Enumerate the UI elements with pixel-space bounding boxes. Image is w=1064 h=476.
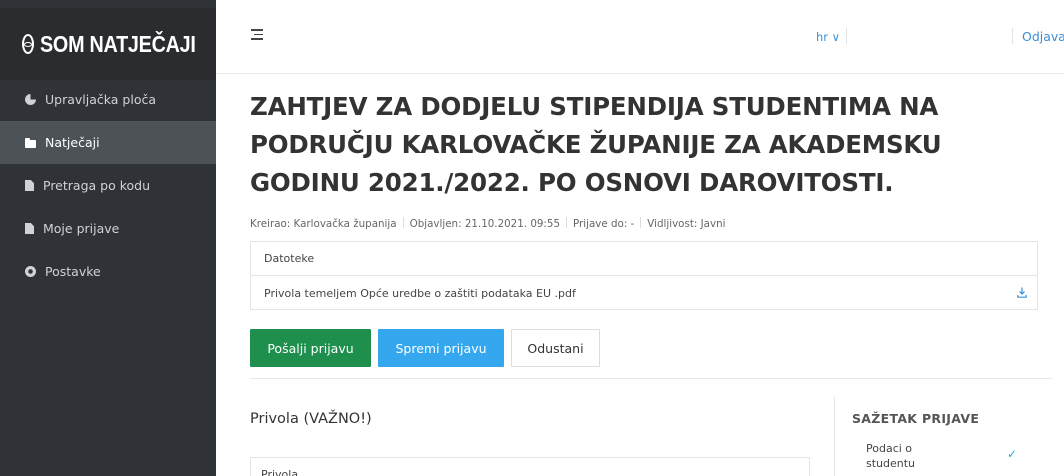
save-application-button[interactable]: Spremi prijavu bbox=[378, 329, 504, 367]
sidebar-item-settings[interactable]: Postavke bbox=[0, 250, 216, 293]
meta-deadline: Prijave do: - bbox=[573, 218, 635, 230]
sidebar-item-label: Postavke bbox=[45, 264, 101, 279]
cancel-button[interactable]: Odustani bbox=[511, 329, 600, 367]
sidebar-item-search-by-code[interactable]: Pretraga po kodu bbox=[0, 164, 216, 207]
files-header: Datoteke bbox=[251, 242, 1037, 276]
file-icon bbox=[25, 223, 34, 234]
download-icon[interactable] bbox=[1017, 287, 1027, 298]
sidebar-item-label: Pretraga po kodu bbox=[43, 178, 150, 193]
brand-name: SOM NATJEČAJI bbox=[40, 30, 196, 57]
sidebar: SOM NATJEČAJI Upravljačka ploča Natječaj… bbox=[0, 0, 216, 476]
divider bbox=[250, 378, 1052, 379]
page-title: ZAHTJEV ZA DODJELU STIPENDIJA STUDENTIMA… bbox=[250, 92, 942, 197]
meta-published: Objavljen: 21.10.2021. 09:55 bbox=[409, 218, 560, 230]
sidebar-item-my-applications[interactable]: Moje prijave bbox=[0, 207, 216, 250]
check-icon: ✓ bbox=[1007, 447, 1018, 461]
summary-divider bbox=[834, 397, 835, 476]
dashboard-icon bbox=[25, 94, 36, 105]
summary-title: SAŽETAK PRIJAVE bbox=[852, 411, 980, 426]
section-title: Privola (VAŽNO!) bbox=[250, 411, 372, 427]
top-bar: hr ∨ Odjava bbox=[216, 0, 1064, 74]
divider bbox=[1012, 28, 1013, 44]
divider bbox=[846, 28, 847, 44]
consent-card: Privola bbox=[250, 457, 810, 476]
logout-link[interactable]: Odjava bbox=[1022, 29, 1064, 44]
send-application-button[interactable]: Pošalji prijavu bbox=[250, 329, 371, 367]
sidebar-item-label: Moje prijave bbox=[43, 221, 120, 236]
sidebar-item-label: Natječaji bbox=[45, 135, 100, 150]
menu-toggle-icon[interactable] bbox=[251, 29, 263, 40]
folder-icon bbox=[25, 137, 36, 148]
sidebar-nav: Upravljačka ploča Natječaji Pretraga po … bbox=[0, 78, 216, 293]
file-icon bbox=[25, 180, 34, 191]
files-panel: Datoteke Privola temeljem Opće uredbe o … bbox=[250, 241, 1038, 310]
sidebar-item-natjecaji[interactable]: Natječaji bbox=[0, 121, 216, 164]
sidebar-item-dashboard[interactable]: Upravljačka ploča bbox=[0, 78, 216, 121]
sidebar-item-label: Upravljačka ploča bbox=[45, 92, 156, 107]
brand-logo[interactable]: SOM NATJEČAJI bbox=[0, 8, 216, 80]
gear-icon bbox=[25, 266, 36, 277]
meta-visibility: Vidljivost: Javni bbox=[647, 218, 726, 230]
file-name[interactable]: Privola temeljem Opće uredbe o zaštiti p… bbox=[264, 287, 576, 300]
eye-logo-icon bbox=[22, 34, 34, 54]
summary-item-student-data[interactable]: Podaci o studentu bbox=[866, 441, 926, 471]
meta-created: Kreirao: Karlovačka županija bbox=[250, 218, 397, 230]
language-selector[interactable]: hr ∨ bbox=[816, 30, 840, 44]
consent-card-label: Privola bbox=[261, 468, 299, 476]
app-root: SOM NATJEČAJI Upravljačka ploča Natječaj… bbox=[0, 0, 1064, 476]
announcement-meta: Kreirao: Karlovačka županija Objavljen: 2… bbox=[250, 217, 725, 230]
file-row[interactable]: Privola temeljem Opće uredbe o zaštiti p… bbox=[251, 276, 1037, 310]
